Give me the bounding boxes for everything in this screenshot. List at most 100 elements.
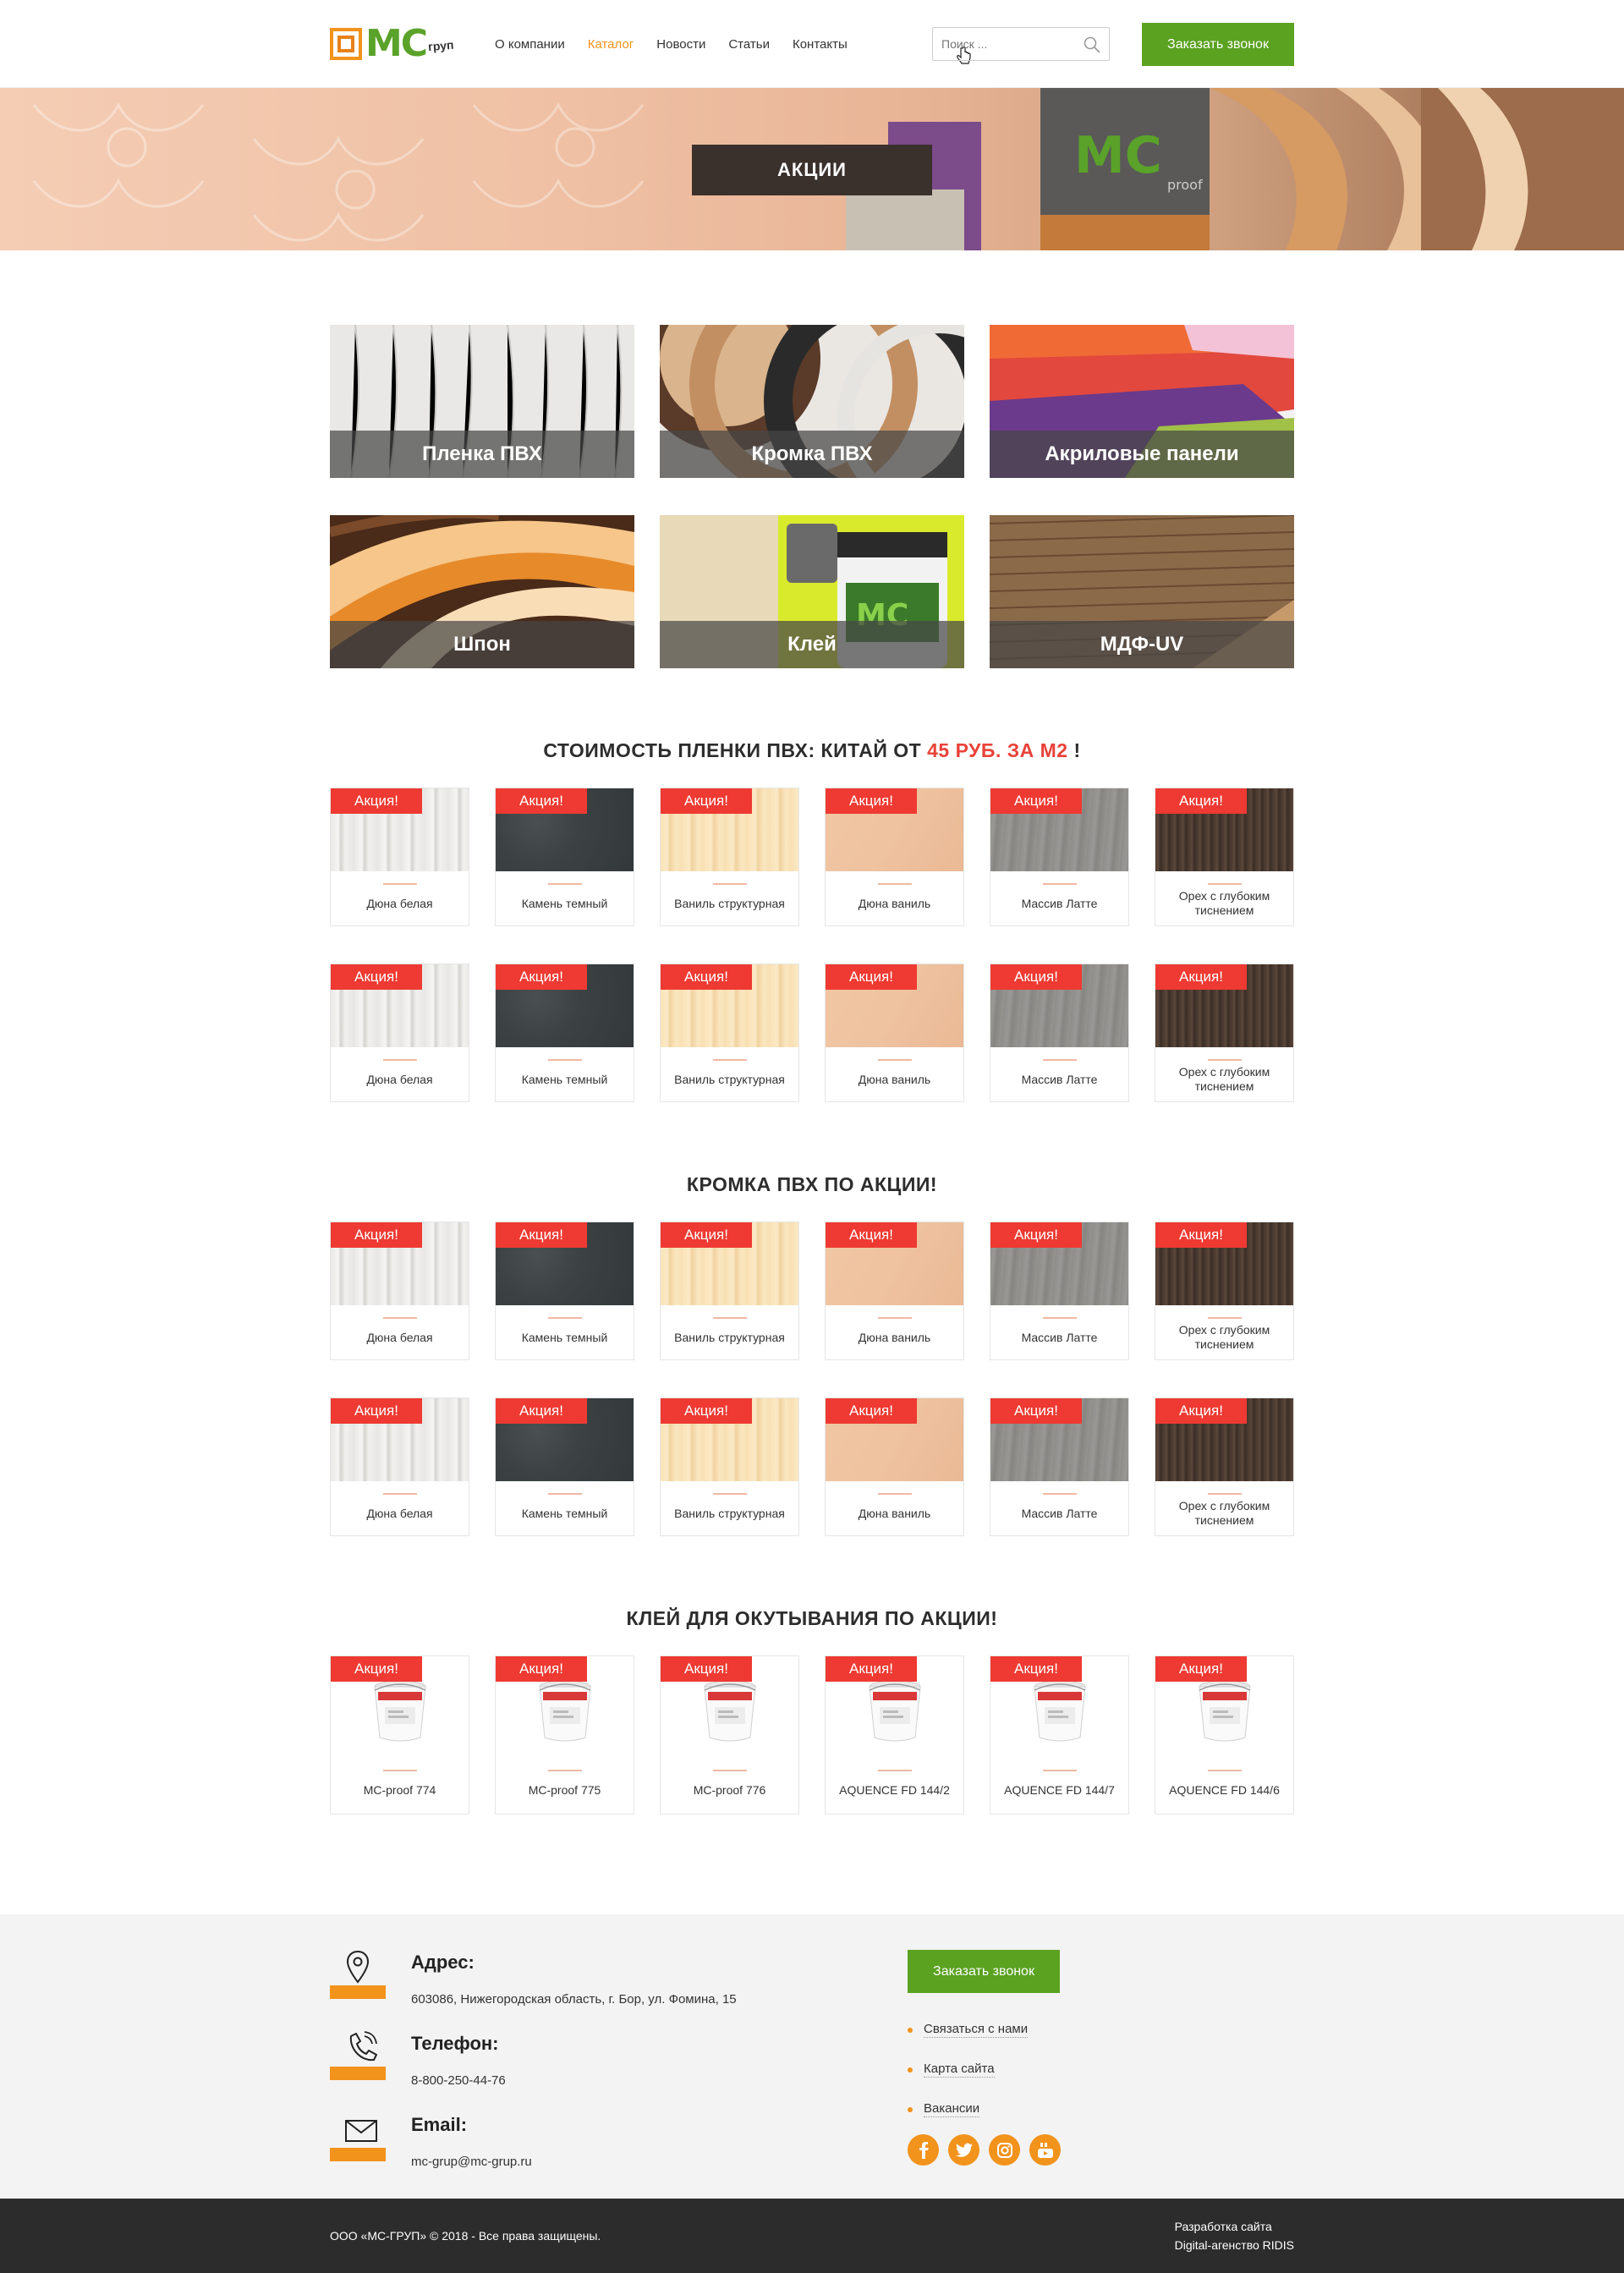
product-card[interactable]: Акция! MC-proof 774 — [330, 1655, 469, 1815]
product-card[interactable]: Акция! Ваниль структурная — [660, 964, 799, 1102]
product-image: Акция! — [496, 1222, 634, 1305]
product-image: Акция! — [1155, 964, 1293, 1047]
developer-credit[interactable]: Разработка сайта Digital-агенство RIDIS — [1175, 2217, 1294, 2254]
footer-link-sitemap[interactable]: Карта сайта — [908, 2050, 1028, 2089]
product-card[interactable]: Акция! Дюна белая — [330, 1397, 469, 1536]
product-card[interactable]: Акция! Ваниль структурная — [660, 1397, 799, 1536]
instagram-icon[interactable] — [989, 2134, 1020, 2166]
product-image: Акция! — [826, 1656, 963, 1758]
product-card[interactable]: Акция! Дюна ваниль — [825, 964, 964, 1102]
order-call-button[interactable]: Заказать звонок — [1142, 23, 1294, 66]
product-card[interactable]: Акция! Орех с глубоким тиснением — [1155, 788, 1294, 926]
divider — [382, 1770, 417, 1771]
product-name: Ваниль структурная — [674, 1072, 785, 1086]
divider — [1042, 1493, 1077, 1495]
product-card[interactable]: Акция! Орех с глубоким тиснением — [1155, 1397, 1294, 1536]
divider — [877, 1770, 912, 1771]
site-header: МС груп О компании Каталог Новости Стать… — [0, 0, 1624, 88]
sale-badge: Акция! — [990, 788, 1082, 814]
product-card[interactable]: Акция! Дюна белая — [330, 964, 469, 1102]
product-card[interactable]: Акция! Массив Латте — [990, 964, 1129, 1102]
product-card[interactable]: Акция! AQUENCE FD 144/2 — [825, 1655, 964, 1815]
product-card[interactable]: Акция! Дюна ваниль — [825, 1397, 964, 1536]
product-name: Массив Латте — [1021, 1072, 1098, 1086]
product-card[interactable]: Акция! Дюна белая — [330, 788, 469, 926]
product-card[interactable]: Акция! Ваниль структурная — [660, 1222, 799, 1360]
footer-link-contact[interactable]: Связаться с нами — [908, 2010, 1029, 2050]
divider — [1207, 1493, 1242, 1495]
footer-order-call-button[interactable]: Заказать звонок — [908, 1950, 1060, 1993]
product-card[interactable]: Акция! Камень темный — [495, 1397, 634, 1536]
category-tile-glue[interactable]: MC Клей — [660, 515, 964, 668]
category-label: Кромка ПВХ — [660, 431, 964, 478]
nav-item-about[interactable]: О компании — [495, 37, 565, 52]
divider — [547, 1059, 582, 1061]
product-image: Акция! — [331, 1398, 469, 1481]
sale-badge: Акция! — [496, 1656, 587, 1682]
svg-text:proof: proof — [1167, 177, 1203, 193]
product-image: Акция! — [496, 1656, 634, 1758]
category-tile-mdf-uv[interactable]: МДФ-UV — [990, 515, 1294, 668]
copyright-text: ООО «МС-ГРУП» © 2018 - Все права защищен… — [330, 2229, 601, 2243]
sale-badge: Акция! — [331, 1222, 422, 1248]
title-suffix: ! — [1067, 739, 1081, 761]
footer-link-label: Связаться с нами — [924, 2022, 1029, 2038]
glue-bucket-image — [374, 1680, 426, 1742]
address-label: Адрес: — [411, 1952, 475, 1973]
product-card[interactable]: Акция! Массив Латте — [990, 1222, 1129, 1360]
product-card[interactable]: Акция! Массив Латте — [990, 1397, 1129, 1536]
product-card[interactable]: Акция! MC-proof 776 — [660, 1655, 799, 1815]
glue-bucket-image — [1199, 1680, 1251, 1742]
product-name: AQUENCE FD 144/7 — [1004, 1782, 1115, 1797]
phone-value[interactable]: 8-800-250-44-76 — [411, 2073, 506, 2088]
product-card[interactable]: Акция! AQUENCE FD 144/7 — [990, 1655, 1129, 1815]
nav-item-articles[interactable]: Статьи — [728, 37, 770, 52]
developer-line-2: Digital-агенство RIDIS — [1174, 2238, 1294, 2252]
product-card[interactable]: Акция! Массив Латте — [990, 788, 1129, 926]
category-tile-pvc-film[interactable]: Пленка ПВХ — [330, 325, 634, 478]
product-name: MC-proof 774 — [363, 1782, 436, 1797]
location-pin-icon — [330, 1948, 386, 1999]
product-name: Ваниль структурная — [674, 1506, 785, 1520]
youtube-icon[interactable] — [1029, 2134, 1061, 2166]
sale-badge: Акция! — [331, 1398, 422, 1424]
category-label: Акриловые панели — [990, 431, 1294, 478]
divider — [877, 1317, 912, 1319]
product-card[interactable]: Акция! AQUENCE FD 144/6 — [1155, 1655, 1294, 1815]
logo-mark-icon — [330, 28, 362, 60]
sale-badge: Акция! — [496, 964, 587, 990]
product-card[interactable]: Акция! Камень темный — [495, 964, 634, 1102]
nav-item-catalog[interactable]: Каталог — [588, 37, 634, 52]
search-input[interactable] — [941, 37, 1077, 51]
sale-badge: Акция! — [1155, 788, 1247, 814]
footer-link-label: Карта сайта — [924, 2062, 995, 2078]
category-tile-pvc-edge[interactable]: Кромка ПВХ — [660, 325, 964, 478]
product-card[interactable]: Акция! Дюна ваниль — [825, 788, 964, 926]
product-image: Акция! — [990, 964, 1128, 1047]
product-card[interactable]: Акция! Камень темный — [495, 1222, 634, 1360]
product-card[interactable]: Акция! Камень темный — [495, 788, 634, 926]
email-value[interactable]: mc-grup@mc-grup.ru — [411, 2155, 532, 2169]
product-image: Акция! — [826, 788, 963, 871]
nav-item-news[interactable]: Новости — [656, 37, 705, 52]
twitter-icon[interactable] — [948, 2134, 979, 2166]
product-image: Акция! — [661, 964, 798, 1047]
category-tile-acrylic[interactable]: Акриловые панели — [990, 325, 1294, 478]
product-card[interactable]: Акция! MC-proof 775 — [495, 1655, 634, 1815]
section-title-pvc-edge: КРОМКА ПВХ ПО АКЦИИ! — [686, 1173, 938, 1195]
nav-item-contacts[interactable]: Контакты — [793, 37, 848, 52]
product-card[interactable]: Акция! Дюна белая — [330, 1222, 469, 1360]
product-card[interactable]: Акция! Орех с глубоким тиснением — [1155, 1222, 1294, 1360]
bullet-icon — [908, 2067, 913, 2073]
product-card[interactable]: Акция! Дюна ваниль — [825, 1222, 964, 1360]
category-tile-veneer[interactable]: Шпон — [330, 515, 634, 668]
divider — [712, 1770, 747, 1771]
product-card[interactable]: Акция! Орех с глубоким тиснением — [1155, 964, 1294, 1102]
search-icon[interactable] — [1082, 35, 1102, 55]
footer-link-vacancies[interactable]: Вакансии — [908, 2089, 1028, 2129]
product-grid-glue: Акция! MC-proof 774 Акция! MC-proof 775 Акци… — [330, 1655, 1294, 1815]
sale-badge: Акция! — [826, 1398, 917, 1424]
facebook-icon[interactable] — [908, 2134, 939, 2166]
site-logo[interactable]: МС груп — [330, 23, 495, 65]
product-card[interactable]: Акция! Ваниль структурная — [660, 788, 799, 926]
